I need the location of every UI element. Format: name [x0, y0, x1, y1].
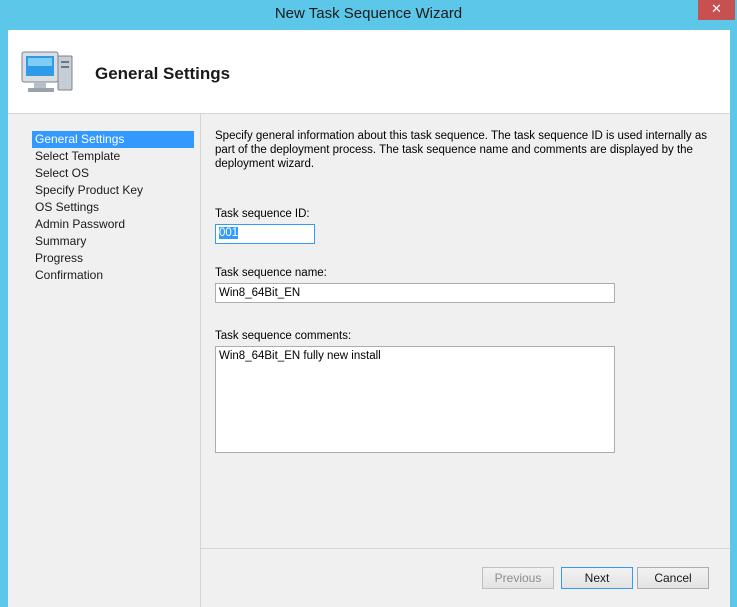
selected-text: 001 — [219, 227, 239, 239]
button-bar: Previous Next Cancel — [201, 548, 730, 607]
step-specify-product-key[interactable]: Specify Product Key — [32, 182, 194, 199]
wizard-window: General Settings General Settings Select… — [8, 30, 730, 607]
step-select-template[interactable]: Select Template — [32, 148, 194, 165]
task-sequence-id-label: Task sequence ID: — [215, 208, 310, 220]
task-sequence-comments-label: Task sequence comments: — [215, 330, 352, 342]
task-sequence-id-input[interactable]: 001 — [215, 224, 315, 244]
next-button[interactable]: Next — [561, 567, 633, 589]
page-title: General Settings — [95, 64, 231, 83]
step-progress[interactable]: Progress — [32, 250, 194, 267]
step-os-settings[interactable]: OS Settings — [32, 199, 194, 216]
wizard-steps: General Settings Select Template Select … — [32, 131, 194, 284]
step-summary[interactable]: Summary — [32, 233, 194, 250]
previous-button[interactable]: Previous — [482, 567, 554, 589]
step-admin-password[interactable]: Admin Password — [32, 216, 194, 233]
step-general-settings[interactable]: General Settings — [32, 131, 194, 148]
wizard-header: General Settings — [8, 30, 730, 114]
cancel-button[interactable]: Cancel — [637, 567, 709, 589]
description-text: Specify general information about this t… — [215, 130, 708, 170]
task-sequence-comments-input[interactable]: Win8_64Bit_EN fully new install — [215, 346, 615, 453]
task-sequence-name-label: Task sequence name: — [215, 267, 327, 279]
settings-panel: Specify general information about this t… — [201, 114, 730, 548]
computer-icon — [21, 51, 73, 92]
window-title: New Task Sequence Wizard — [274, 5, 463, 22]
task-sequence-name-input[interactable] — [215, 283, 615, 303]
step-confirmation[interactable]: Confirmation — [32, 267, 194, 284]
title-bar: New Task Sequence Wizard ✕ — [0, 0, 737, 30]
step-select-os[interactable]: Select OS — [32, 165, 194, 182]
close-button[interactable]: ✕ — [698, 0, 735, 20]
